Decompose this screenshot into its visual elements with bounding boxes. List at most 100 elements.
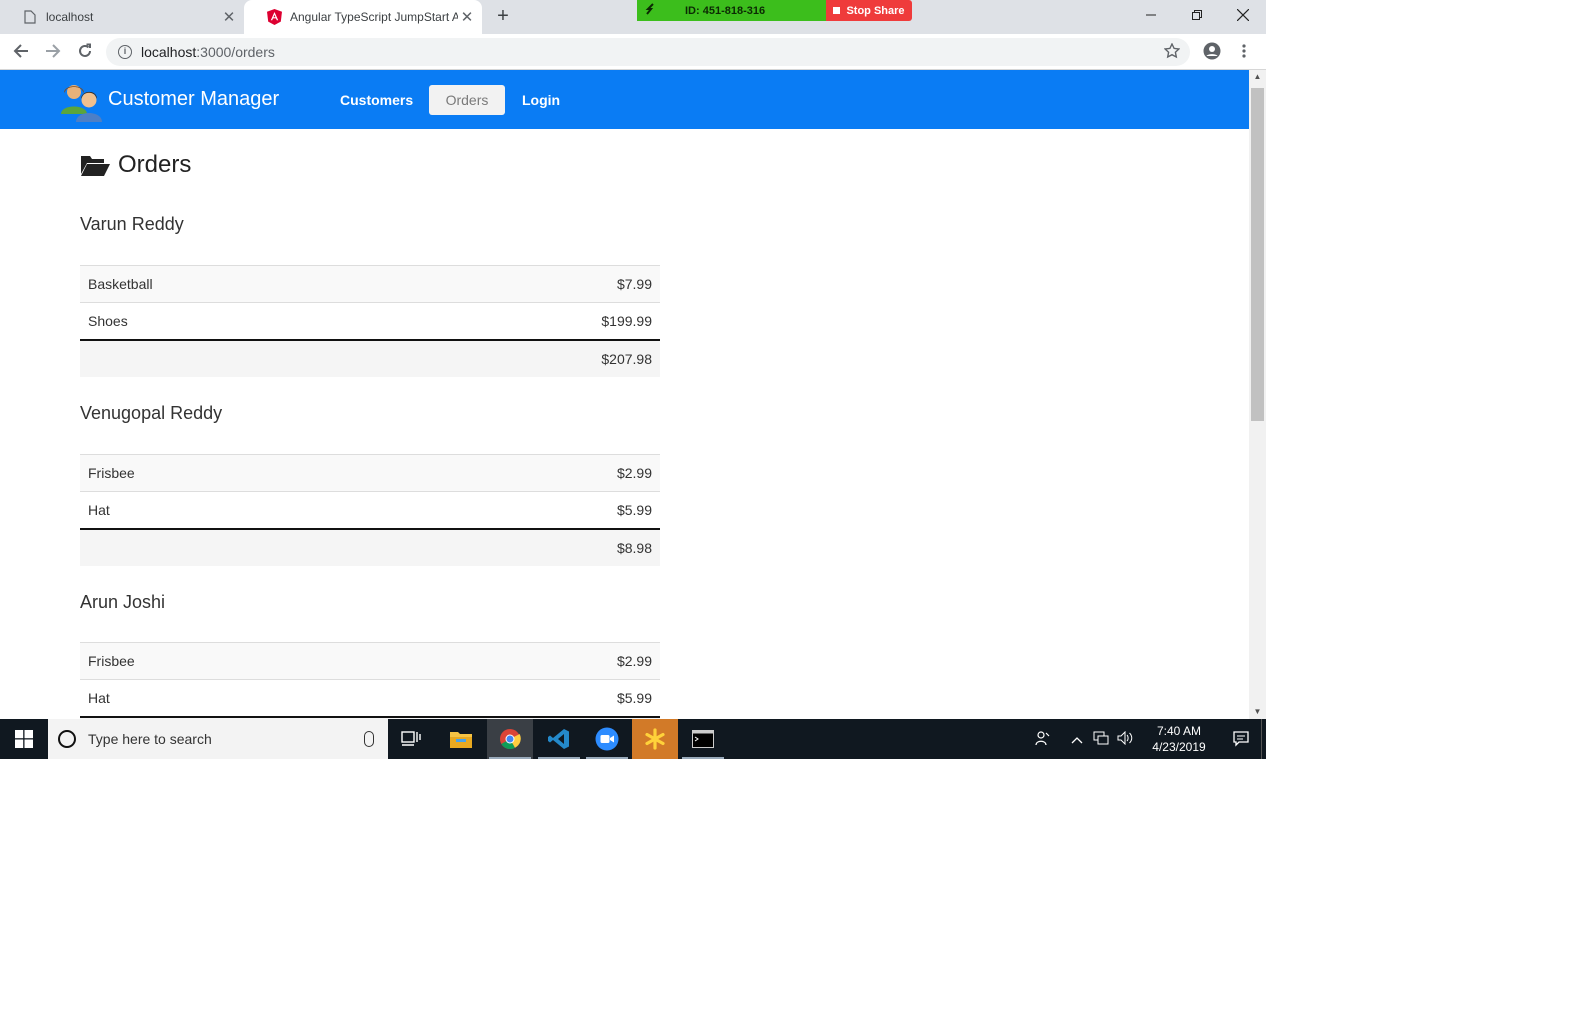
info-icon[interactable]: i [118,45,132,59]
tab-localhost[interactable]: localhost ✕ [0,0,244,34]
close-tab-icon[interactable]: ✕ [220,8,238,26]
product-cell: Frisbee [80,454,400,492]
table-row: Hat $5.99 [80,491,660,529]
system-tray: 7:40 AM 4/23/2019 [1031,719,1266,759]
scroll-down-icon[interactable]: ▼ [1249,705,1266,719]
folder-icon [450,732,472,748]
task-view-button[interactable] [388,719,434,759]
app-brand[interactable]: Customer Manager [108,88,279,111]
total-cell: $207.98 [397,338,660,377]
table-row: Frisbee $2.99 [80,642,660,680]
asterisk-app-taskbar-button[interactable] [632,719,678,759]
table-row: Frisbee $2.99 [80,454,660,492]
restore-icon [1192,10,1202,20]
new-tab-button[interactable]: + [492,6,514,28]
people-icon[interactable] [1031,730,1055,749]
network-icon[interactable] [1089,731,1113,748]
minimize-button[interactable] [1128,0,1174,30]
page-scrollbar[interactable]: ▲ ▼ [1249,70,1266,719]
close-window-button[interactable] [1220,0,1266,30]
customer-name: Venugopal Reddy [80,403,223,423]
tab-angular-app[interactable]: Angular TypeScript JumpStart Ap ✕ [244,0,482,34]
vscode-taskbar-button[interactable] [536,719,582,759]
notification-icon [1233,731,1249,747]
action-center-button[interactable] [1221,731,1261,747]
customer-name: Arun Joshi [80,592,166,612]
url-path: :3000/orders [196,44,275,60]
tab-title: localhost [46,10,94,24]
forward-button[interactable] [41,39,65,63]
vscode-icon [548,729,569,749]
url-host: localhost [141,44,197,60]
table-row: Shoes $199.99 [80,302,660,340]
total-row: $207.98 [80,338,660,377]
folder-open-icon [81,156,110,176]
orders-table: Frisbee $2.99 Hat $5.99 $8.98 [80,454,660,566]
customer-name: Varun Reddy [80,214,184,234]
reload-button[interactable] [73,39,97,63]
price-cell: $2.99 [399,454,660,492]
show-desktop-button[interactable] [1261,719,1266,759]
total-label-cell [80,338,398,377]
search-placeholder: Type here to search [88,731,212,747]
file-explorer-button[interactable] [438,719,484,759]
terminal-taskbar-button[interactable] [680,719,726,759]
table-row: Hat $5.99 [80,679,660,717]
cortana-icon [58,730,76,748]
main-content: Orders Varun Reddy Basketball $7.99 Shoe… [0,129,1249,719]
clock-date: 4/23/2019 [1152,740,1206,754]
close-tab-icon[interactable]: ✕ [458,8,476,26]
price-cell: $199.99 [397,302,660,340]
page-title: Orders [80,151,191,179]
clock[interactable]: 7:40 AM 4/23/2019 [1143,723,1215,755]
product-cell: Hat [80,491,400,529]
price-cell: $5.99 [399,491,660,529]
product-cell: Shoes [80,302,398,340]
page-icon [22,9,38,25]
chevron-up-icon[interactable] [1065,732,1089,747]
chrome-taskbar-button[interactable] [487,719,533,759]
bookmark-star-button[interactable] [1160,39,1184,63]
app-navbar: Customer Manager Customers Orders Login [0,70,1249,129]
angular-icon [266,9,282,25]
nav-customers[interactable]: Customers [325,85,428,115]
account-icon [1203,42,1221,60]
page-title-text: Orders [118,151,192,178]
scrollbar-thumb[interactable] [1251,88,1264,421]
orders-table: Basketball $7.99 Shoes $199.99 $207.98 [80,265,660,377]
orders-table: Frisbee $2.99 Hat $5.99 [80,642,660,719]
zoom-taskbar-button[interactable] [584,719,630,759]
stop-icon [833,7,841,14]
taskbar-search[interactable]: Type here to search [48,719,388,759]
volume-icon[interactable] [1113,730,1137,748]
profile-button[interactable] [1200,39,1224,63]
microphone-icon[interactable] [364,731,374,747]
url-text[interactable]: localhost:3000/orders [141,44,275,60]
total-cell: $8.98 [399,527,660,566]
tab-title: Angular TypeScript JumpStart Ap [290,10,458,24]
product-cell: Frisbee [80,642,400,680]
stop-share-button[interactable]: Stop Share [826,0,912,21]
customers-logo-icon[interactable] [60,80,106,122]
asterisk-icon [645,728,665,750]
start-button[interactable] [0,719,48,759]
forward-arrow-icon [46,44,61,58]
scroll-up-icon[interactable]: ▲ [1249,70,1266,84]
nav-login[interactable]: Login [507,85,575,115]
terminal-icon [692,730,714,748]
price-cell: $2.99 [399,642,660,680]
menu-button[interactable] [1232,39,1256,63]
address-bar[interactable]: i localhost:3000/orders [106,38,1190,66]
star-icon [1164,43,1180,59]
restore-button[interactable] [1174,0,1220,30]
table-row: Basketball $7.99 [80,265,660,303]
task-view-icon [401,731,421,746]
nav-orders[interactable]: Orders [429,85,505,115]
clock-time: 7:40 AM [1156,724,1202,738]
close-icon [1237,9,1249,21]
back-button[interactable] [9,39,33,63]
share-id-badge: ID: 451-818-316 [637,0,826,21]
screen: localhost ✕ Angular TypeScript JumpStart… [0,0,1266,759]
price-cell: $5.99 [399,679,660,717]
price-cell: $7.99 [397,265,660,303]
